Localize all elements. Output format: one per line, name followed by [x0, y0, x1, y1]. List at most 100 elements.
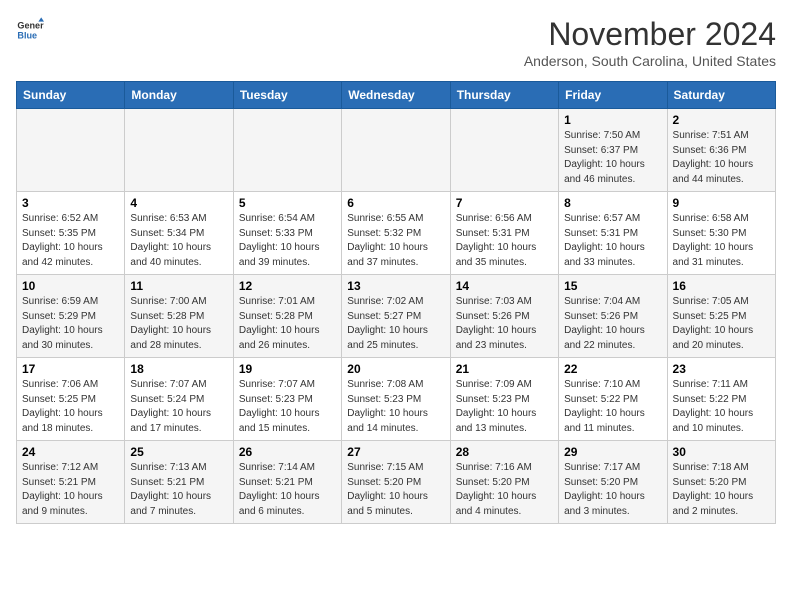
calendar-cell: 13 Sunrise: 7:02 AM Sunset: 5:27 PM Dayli… — [342, 275, 450, 358]
day-number: 17 — [22, 362, 119, 376]
calendar-cell — [125, 109, 233, 192]
day-info: Sunrise: 7:18 AM Sunset: 5:20 PM Dayligh… — [673, 461, 770, 519]
calendar-cell — [17, 109, 125, 192]
day-info: Sunrise: 7:02 AM Sunset: 5:27 PM Dayligh… — [347, 295, 444, 353]
day-number: 1 — [564, 113, 661, 127]
calendar-table: SundayMondayTuesdayWednesdayThursdayFrid… — [16, 81, 776, 524]
day-info: Sunrise: 7:17 AM Sunset: 5:20 PM Dayligh… — [564, 461, 661, 519]
day-number: 30 — [673, 445, 770, 459]
day-number: 25 — [130, 445, 227, 459]
calendar-cell: 29Sunrise: 7:17 AM Sunset: 5:20 PM Dayli… — [559, 441, 667, 524]
calendar-cell: 2 Sunrise: 7:51 AM Sunset: 6:36 PM Daylig… — [667, 109, 775, 192]
calendar-cell: 14 Sunrise: 7:03 AM Sunset: 5:26 PM Dayli… — [450, 275, 558, 358]
calendar-cell: 7 Sunrise: 6:56 AM Sunset: 5:31 PM Daylig… — [450, 192, 558, 275]
day-info: Sunrise: 7:15 AM Sunset: 5:20 PM Dayligh… — [347, 461, 444, 519]
logo: General Blue — [16, 16, 44, 44]
day-number: 18 — [130, 362, 227, 376]
day-number: 4 — [130, 196, 227, 210]
day-number: 3 — [22, 196, 119, 210]
day-info: Sunrise: 7:14 AM Sunset: 5:21 PM Dayligh… — [239, 461, 336, 519]
day-info: Sunrise: 7:16 AM Sunset: 5:20 PM Dayligh… — [456, 461, 553, 519]
calendar-week-row: 1 Sunrise: 7:50 AM Sunset: 6:37 PM Daylig… — [17, 109, 776, 192]
day-number: 2 — [673, 113, 770, 127]
calendar-week-row: 3 Sunrise: 6:52 AM Sunset: 5:35 PM Daylig… — [17, 192, 776, 275]
calendar-week-row: 17 Sunrise: 7:06 AM Sunset: 5:25 PM Dayli… — [17, 358, 776, 441]
day-info: Sunrise: 6:52 AM Sunset: 5:35 PM Dayligh… — [22, 212, 119, 270]
calendar-cell: 27Sunrise: 7:15 AM Sunset: 5:20 PM Dayli… — [342, 441, 450, 524]
weekday-header: Monday — [125, 82, 233, 109]
calendar-cell: 17 Sunrise: 7:06 AM Sunset: 5:25 PM Dayli… — [17, 358, 125, 441]
day-number: 7 — [456, 196, 553, 210]
svg-text:General: General — [17, 21, 44, 31]
day-number: 13 — [347, 279, 444, 293]
day-info: Sunrise: 6:56 AM Sunset: 5:31 PM Dayligh… — [456, 212, 553, 270]
calendar-cell: 1 Sunrise: 7:50 AM Sunset: 6:37 PM Daylig… — [559, 109, 667, 192]
calendar-cell: 20 Sunrise: 7:08 AM Sunset: 5:23 PM Dayli… — [342, 358, 450, 441]
day-info: Sunrise: 7:11 AM Sunset: 5:22 PM Dayligh… — [673, 378, 770, 436]
day-info: Sunrise: 7:06 AM Sunset: 5:25 PM Dayligh… — [22, 378, 119, 436]
calendar-cell — [233, 109, 341, 192]
calendar-cell: 21Sunrise: 7:09 AM Sunset: 5:23 PM Dayli… — [450, 358, 558, 441]
calendar-cell: 23 Sunrise: 7:11 AM Sunset: 5:22 PM Dayli… — [667, 358, 775, 441]
day-number: 9 — [673, 196, 770, 210]
day-info: Sunrise: 7:05 AM Sunset: 5:25 PM Dayligh… — [673, 295, 770, 353]
calendar-cell: 10 Sunrise: 6:59 AM Sunset: 5:29 PM Dayli… — [17, 275, 125, 358]
calendar-cell: 8 Sunrise: 6:57 AM Sunset: 5:31 PM Daylig… — [559, 192, 667, 275]
logo-icon: General Blue — [16, 16, 44, 44]
day-number: 15 — [564, 279, 661, 293]
weekday-header: Thursday — [450, 82, 558, 109]
calendar-week-row: 24 Sunrise: 7:12 AM Sunset: 5:21 PM Dayli… — [17, 441, 776, 524]
calendar-cell: 11 Sunrise: 7:00 AM Sunset: 5:28 PM Dayli… — [125, 275, 233, 358]
day-number: 26 — [239, 445, 336, 459]
weekday-header: Sunday — [17, 82, 125, 109]
day-number: 11 — [130, 279, 227, 293]
svg-text:Blue: Blue — [17, 30, 37, 40]
day-info: Sunrise: 7:10 AM Sunset: 5:22 PM Dayligh… — [564, 378, 661, 436]
calendar-cell: 18 Sunrise: 7:07 AM Sunset: 5:24 PM Dayli… — [125, 358, 233, 441]
day-info: Sunrise: 6:53 AM Sunset: 5:34 PM Dayligh… — [130, 212, 227, 270]
location: Anderson, South Carolina, United States — [524, 53, 776, 69]
day-info: Sunrise: 7:03 AM Sunset: 5:26 PM Dayligh… — [456, 295, 553, 353]
day-number: 14 — [456, 279, 553, 293]
day-info: Sunrise: 6:58 AM Sunset: 5:30 PM Dayligh… — [673, 212, 770, 270]
day-info: Sunrise: 6:59 AM Sunset: 5:29 PM Dayligh… — [22, 295, 119, 353]
day-info: Sunrise: 7:51 AM Sunset: 6:36 PM Dayligh… — [673, 129, 770, 187]
calendar-week-row: 10 Sunrise: 6:59 AM Sunset: 5:29 PM Dayli… — [17, 275, 776, 358]
day-info: Sunrise: 6:55 AM Sunset: 5:32 PM Dayligh… — [347, 212, 444, 270]
day-info: Sunrise: 7:07 AM Sunset: 5:23 PM Dayligh… — [239, 378, 336, 436]
calendar-cell: 9 Sunrise: 6:58 AM Sunset: 5:30 PM Daylig… — [667, 192, 775, 275]
calendar-cell: 15 Sunrise: 7:04 AM Sunset: 5:26 PM Dayli… — [559, 275, 667, 358]
day-number: 10 — [22, 279, 119, 293]
calendar-cell: 22 Sunrise: 7:10 AM Sunset: 5:22 PM Dayli… — [559, 358, 667, 441]
calendar-cell: 26 Sunrise: 7:14 AM Sunset: 5:21 PM Dayli… — [233, 441, 341, 524]
day-info: Sunrise: 7:04 AM Sunset: 5:26 PM Dayligh… — [564, 295, 661, 353]
day-info: Sunrise: 7:08 AM Sunset: 5:23 PM Dayligh… — [347, 378, 444, 436]
day-info: Sunrise: 7:12 AM Sunset: 5:21 PM Dayligh… — [22, 461, 119, 519]
day-number: 8 — [564, 196, 661, 210]
day-info: Sunrise: 7:50 AM Sunset: 6:37 PM Dayligh… — [564, 129, 661, 187]
day-info: Sunrise: 7:00 AM Sunset: 5:28 PM Dayligh… — [130, 295, 227, 353]
day-number: 23 — [673, 362, 770, 376]
calendar-cell — [450, 109, 558, 192]
day-number: 22 — [564, 362, 661, 376]
month-title: November 2024 — [524, 16, 776, 53]
day-info: Sunrise: 7:01 AM Sunset: 5:28 PM Dayligh… — [239, 295, 336, 353]
page-header: General Blue November 2024 Anderson, Sou… — [16, 16, 776, 69]
day-number: 19 — [239, 362, 336, 376]
day-info: Sunrise: 6:54 AM Sunset: 5:33 PM Dayligh… — [239, 212, 336, 270]
calendar-cell: 4 Sunrise: 6:53 AM Sunset: 5:34 PM Daylig… — [125, 192, 233, 275]
calendar-header: SundayMondayTuesdayWednesdayThursdayFrid… — [17, 82, 776, 109]
day-info: Sunrise: 6:57 AM Sunset: 5:31 PM Dayligh… — [564, 212, 661, 270]
weekday-header: Tuesday — [233, 82, 341, 109]
calendar-cell: 25Sunrise: 7:13 AM Sunset: 5:21 PM Dayli… — [125, 441, 233, 524]
calendar-cell: 5 Sunrise: 6:54 AM Sunset: 5:33 PM Daylig… — [233, 192, 341, 275]
calendar-cell: 30 Sunrise: 7:18 AM Sunset: 5:20 PM Dayli… — [667, 441, 775, 524]
title-block: November 2024 Anderson, South Carolina, … — [524, 16, 776, 69]
calendar-cell: 6Sunrise: 6:55 AM Sunset: 5:32 PM Daylig… — [342, 192, 450, 275]
day-number: 5 — [239, 196, 336, 210]
day-number: 20 — [347, 362, 444, 376]
calendar-cell: 24 Sunrise: 7:12 AM Sunset: 5:21 PM Dayli… — [17, 441, 125, 524]
day-number: 24 — [22, 445, 119, 459]
day-number: 28 — [456, 445, 553, 459]
day-info: Sunrise: 7:07 AM Sunset: 5:24 PM Dayligh… — [130, 378, 227, 436]
